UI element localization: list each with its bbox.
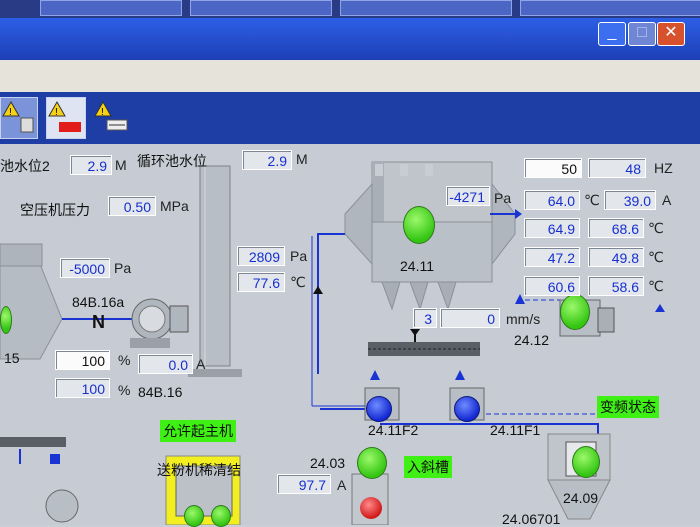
pool-level-2-label: 池水位2 — [0, 158, 50, 174]
n-mark: N — [92, 312, 105, 332]
r1-c2-value: 39.0 — [604, 190, 656, 210]
conveyor-lamp-1 — [184, 505, 204, 527]
silo-status-lamp — [572, 446, 600, 478]
unit-mpa: MPa — [160, 198, 189, 214]
svg-text:!: ! — [9, 107, 12, 118]
svg-text:!: ! — [101, 107, 104, 118]
maximize-button[interactable]: □ — [628, 22, 656, 46]
freq-actual-value: 48 — [588, 158, 646, 178]
vfd-status-badge: 变频状态 — [597, 396, 659, 418]
r3-c2-value: 49.8 — [588, 247, 644, 267]
unit-m-2: M — [296, 151, 308, 167]
r4-c1-value: 60.6 — [524, 276, 580, 296]
taskbar-segment — [40, 0, 182, 16]
unit-c-r1: ℃ — [584, 192, 600, 208]
motor-84b16a-label: 84B.16a — [72, 294, 125, 310]
filter-pressure-value: -4271 — [446, 186, 490, 206]
unit-c-mid: ℃ — [290, 274, 306, 290]
unit-pa-3: Pa — [494, 190, 512, 206]
pump-2411f2-label: 24.11F2 — [368, 422, 419, 438]
r1-c1-value: 64.0 — [524, 190, 580, 210]
flow-3-value: 3 — [413, 308, 437, 328]
left-hopper-lamp — [0, 306, 12, 334]
allow-start-main-badge[interactable]: 允许起主机 — [160, 420, 236, 442]
unit-2403-label: 24.03 — [310, 455, 346, 471]
r4-c2-value: 58.6 — [588, 276, 644, 296]
filter-2411-label: 24.11 — [400, 258, 434, 274]
left-hopper-label: 15 — [4, 350, 20, 366]
valve-icon: ! — [94, 100, 128, 131]
alarm-button[interactable]: ! — [0, 97, 38, 139]
unit-a-r1: A — [662, 192, 672, 208]
unit-c-r4: ℃ — [648, 278, 664, 294]
air-pressure-value: 0.50 — [108, 196, 156, 216]
close-button[interactable]: ✕ — [657, 22, 685, 46]
warning-icon: ! — [2, 100, 34, 133]
taskbar-segment — [190, 0, 332, 16]
mid-pressure-value: 2809 — [237, 246, 285, 266]
conveyor-lamp-2 — [211, 505, 231, 527]
pct-1-value[interactable]: 100 — [55, 350, 110, 370]
mid-temp-value: 77.6 — [237, 272, 285, 292]
svg-text:!: ! — [55, 107, 58, 118]
filter-status-lamp — [403, 206, 435, 244]
silo-2409-label: 24.09 — [563, 490, 599, 506]
pct-2-value: 100 — [55, 378, 110, 398]
into-slot-badge[interactable]: 入斜槽 — [404, 456, 452, 478]
unit-pct: % — [118, 352, 131, 368]
pump-f1-lamp — [454, 396, 480, 422]
powder-conveyor-clean-label: 送粉机稀清结 — [157, 462, 241, 478]
valve-alarm-button[interactable]: ! — [92, 97, 134, 139]
unit-pct-2: % — [118, 382, 131, 398]
pool-level-2-value: 2.9 — [70, 155, 112, 175]
unit-a-2: A — [337, 477, 347, 493]
top-taskbar — [0, 0, 700, 18]
unit-2403-lamp — [357, 447, 387, 479]
unit-a: A — [196, 356, 206, 372]
alarm-red-lamp — [360, 497, 382, 519]
unit-m: M — [115, 157, 127, 173]
unit-c-r2: ℃ — [648, 220, 664, 236]
circulation-pool-level-label: 循环池水位 — [137, 153, 207, 169]
motor-84b16-label: 84B.16 — [138, 384, 183, 400]
fan-2412-label: 24.12 — [514, 332, 550, 348]
window-title-bar — [0, 18, 700, 60]
air-pressure-label: 空压机压力 — [20, 202, 90, 218]
circulation-pool-level-value: 2.9 — [242, 150, 292, 170]
equipment-alarm-button[interactable]: ! — [46, 97, 86, 139]
r2-c1-value: 64.9 — [524, 218, 580, 238]
taskbar-segment — [340, 0, 512, 16]
flow-0-value: 0 — [440, 308, 500, 328]
unit-pa-2: Pa — [290, 248, 308, 264]
pump-f2-lamp — [366, 396, 392, 422]
r2-c2-value: 68.6 — [588, 218, 644, 238]
pump-2411f1-label: 24.11F1 — [490, 422, 541, 438]
fan-status-lamp — [560, 294, 590, 330]
unit-2403-value: 97.7 — [277, 474, 331, 494]
r3-c1-value: 47.2 — [524, 247, 580, 267]
taskbar-segment — [520, 0, 700, 16]
unit-c-r3: ℃ — [648, 249, 664, 265]
equipment-alarm-icon: ! — [48, 100, 81, 132]
current-1-value: 0.0 — [138, 354, 193, 374]
left-pressure-value: -5000 — [60, 258, 110, 278]
unit-pa: Pa — [114, 260, 132, 276]
toolbar — [0, 60, 700, 93]
unit-hz: HZ — [654, 160, 673, 176]
unit-mms: mm/s — [506, 311, 541, 327]
freq-setpoint-input[interactable]: 50 — [524, 158, 582, 178]
minimize-button[interactable]: _ — [598, 22, 626, 46]
